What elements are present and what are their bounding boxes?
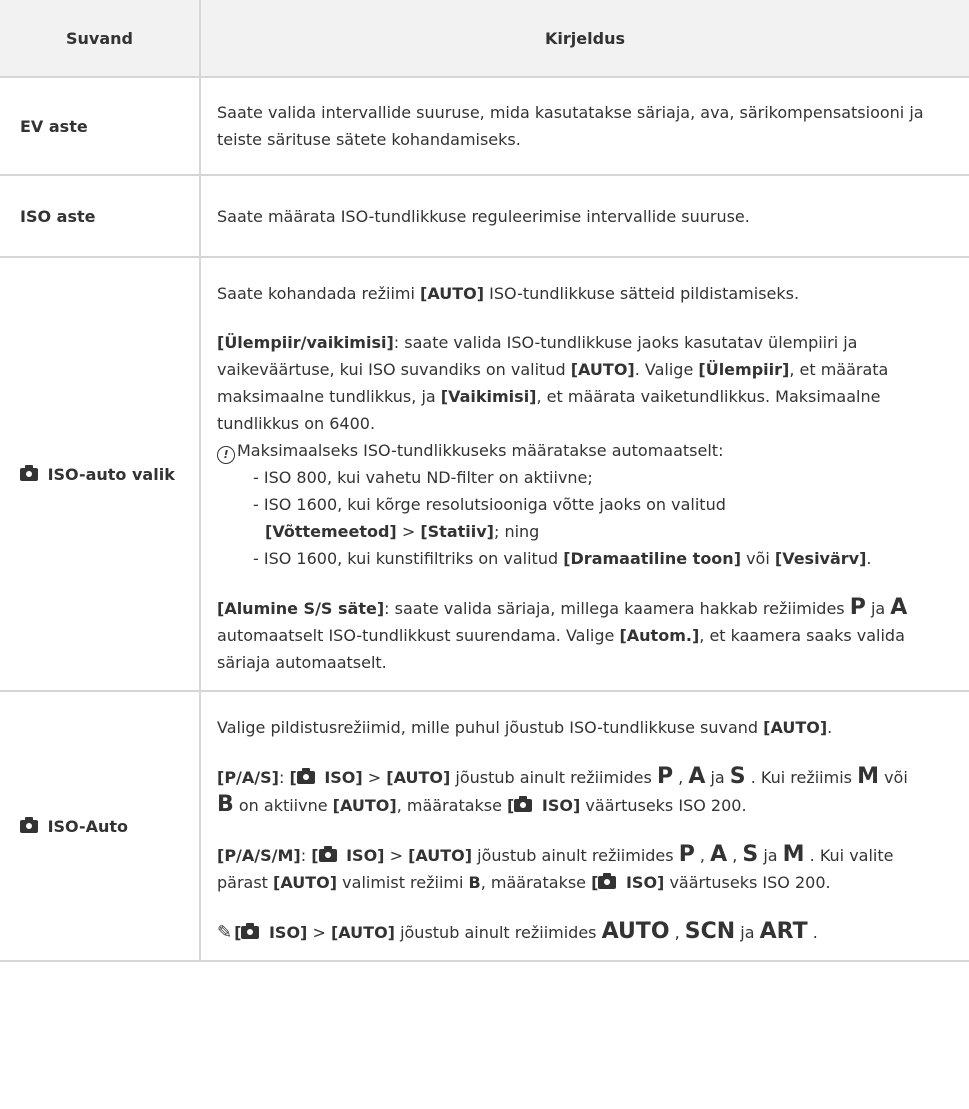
table-row: ISO aste Saate määrata ISO-tundlikkuse r… [0,175,969,258]
note-list: - ISO 800, kui vahetu ND-filter on aktii… [253,464,929,572]
tip-paragraph: ✎[ ISO] > [AUTO] jõustub ainult režiimid… [217,919,818,944]
camera-icon [296,768,315,784]
option-iso-auto-set: ISO-auto valik [0,257,200,692]
description-iso-auto-set: Saate kohandada režiimi [AUTO] ISO-tundl… [199,257,969,692]
caution-note-icon: ! [217,446,235,464]
description-iso-step: Saate määrata ISO-tundlikkuse reguleerim… [199,175,969,258]
settings-table: Suvand Kirjeldus EV aste Saate valida in… [0,0,969,962]
paragraph: [P/A/S/M]: [ ISO] > [AUTO] jõustub ainul… [217,842,894,892]
paragraph: Saate kohandada režiimi [AUTO] ISO-tundl… [217,284,800,303]
tip-pen-icon: ✎ [217,922,233,943]
camera-icon [318,846,337,862]
header-option: Suvand [0,0,200,78]
camera-icon [598,873,617,889]
camera-icon [241,923,260,939]
camera-icon [20,816,38,833]
list-item-continuation: [Võttemeetod] > [Statiiv]; ning [265,522,540,541]
header-description: Kirjeldus [199,0,969,78]
list-item: - ISO 800, kui vahetu ND-filter on aktii… [253,468,593,487]
paragraph: [P/A/S]: [ ISO] > [AUTO] jõustub ainult … [217,764,908,817]
description-ev-step: Saate valida intervallide suuruse, mida … [199,77,969,176]
paragraph: Valige pildistusrežiimid, mille puhul jõ… [217,718,833,737]
option-ev-step: EV aste [0,77,200,176]
description-iso-auto: Valige pildistusrežiimid, mille puhul jõ… [199,691,969,962]
option-label: ISO-auto valik [47,464,175,484]
option-label: ISO-Auto [47,816,129,836]
list-item: - ISO 1600, kui kõrge resolutsiooniga võ… [253,495,726,514]
paragraph: [Alumine S/S säte]: saate valida säriaja… [217,595,908,672]
camera-icon [514,796,533,812]
note: ! Maksimaalseks ISO-tundlikkuseks määrata… [217,437,929,464]
table-row: ISO-auto valik Saate kohandada režiimi [… [0,257,969,692]
table-header-row: Suvand Kirjeldus [0,0,969,78]
option-iso-step: ISO aste [0,175,200,258]
table-row: ISO-Auto Valige pildistusrežiimid, mille… [0,691,969,962]
table-row: EV aste Saate valida intervallide suurus… [0,77,969,176]
option-iso-auto: ISO-Auto [0,691,200,962]
list-item: - ISO 1600, kui kunstifiltriks on valitu… [253,549,872,568]
camera-icon [20,464,38,481]
paragraph: [Ülempiir/vaikimisi]: saate valida ISO-t… [217,333,889,433]
